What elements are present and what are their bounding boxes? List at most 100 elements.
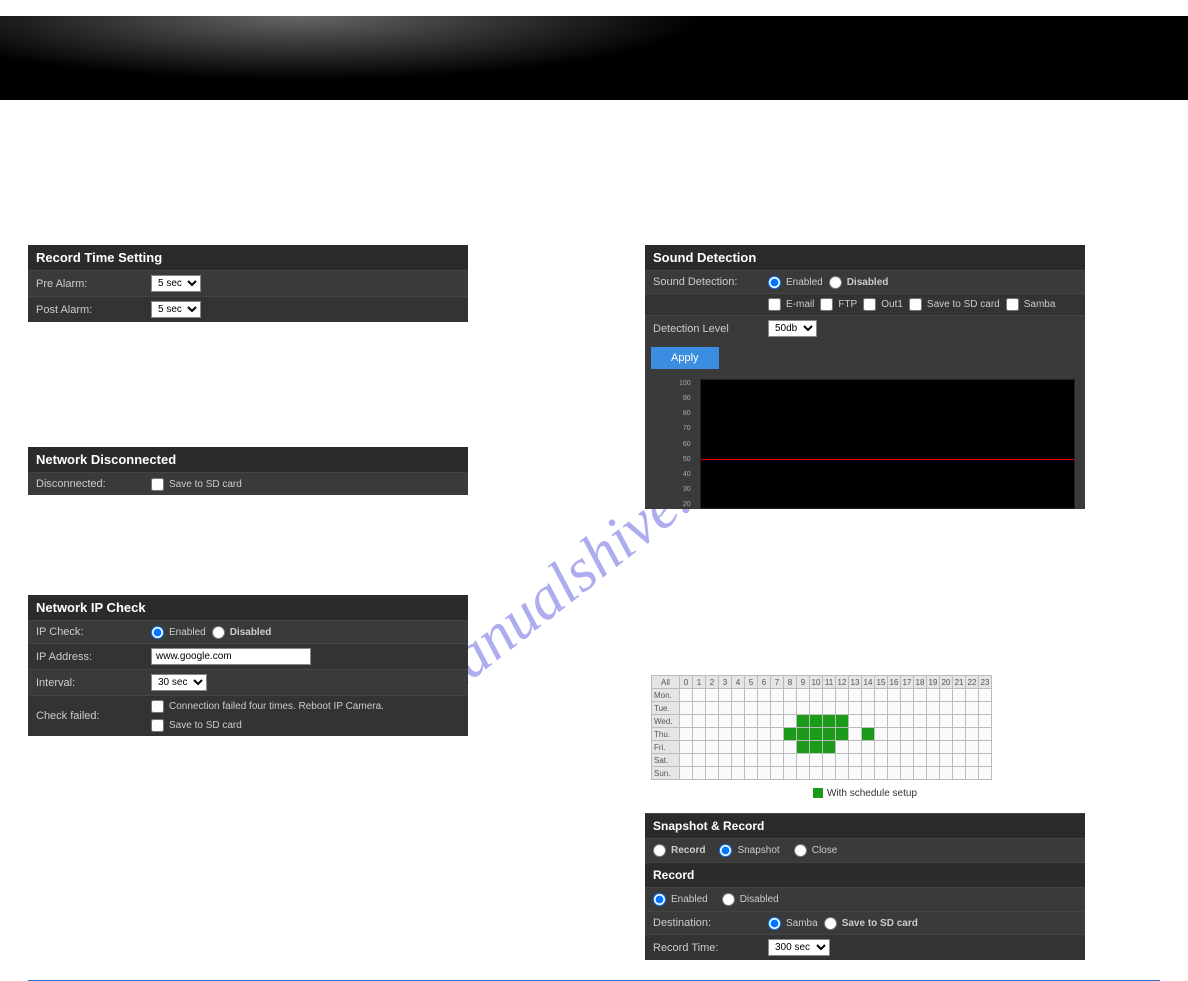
schedule-cell[interactable] [693, 689, 706, 702]
schedule-cell[interactable] [745, 689, 758, 702]
record-time-select[interactable]: 300 sec [768, 939, 830, 956]
schedule-cell[interactable] [771, 715, 784, 728]
ipcheck-disabled[interactable]: Disabled [212, 626, 272, 639]
schedule-cell[interactable] [940, 741, 953, 754]
schedule-cell[interactable] [784, 689, 797, 702]
sound-enabled[interactable]: Enabled [768, 276, 823, 289]
schedule-cell[interactable] [732, 702, 745, 715]
schedule-cell[interactable] [745, 728, 758, 741]
schedule-cell[interactable] [771, 767, 784, 780]
schedule-cell[interactable] [953, 754, 966, 767]
save-sd-option-2[interactable]: Save to SD card [151, 719, 242, 732]
schedule-cell[interactable] [693, 728, 706, 741]
schedule-cell[interactable] [966, 728, 979, 741]
schedule-cell[interactable] [823, 689, 836, 702]
schedule-cell[interactable] [927, 767, 940, 780]
schedule-cell[interactable] [836, 741, 849, 754]
schedule-cell[interactable] [823, 715, 836, 728]
schedule-cell[interactable] [784, 741, 797, 754]
mode-snapshot[interactable]: Snapshot [719, 844, 779, 857]
schedule-cell[interactable] [797, 715, 810, 728]
schedule-cell[interactable] [862, 702, 875, 715]
schedule-cell[interactable] [979, 715, 992, 728]
schedule-cell[interactable] [875, 715, 888, 728]
schedule-cell[interactable] [810, 689, 823, 702]
schedule-cell[interactable] [849, 754, 862, 767]
schedule-cell[interactable] [953, 741, 966, 754]
schedule-cell[interactable] [836, 689, 849, 702]
schedule-cell[interactable] [732, 767, 745, 780]
apply-button[interactable]: Apply [651, 347, 719, 369]
schedule-cell[interactable] [927, 702, 940, 715]
save-sd-checkbox[interactable] [151, 478, 164, 491]
schedule-cell[interactable] [732, 689, 745, 702]
schedule-cell[interactable] [823, 741, 836, 754]
schedule-cell[interactable] [927, 754, 940, 767]
interval-select[interactable]: 30 sec [151, 674, 207, 691]
schedule-cell[interactable] [771, 741, 784, 754]
save-sd-option[interactable]: Save to SD card [151, 478, 242, 491]
schedule-cell[interactable] [719, 715, 732, 728]
schedule-cell[interactable] [784, 728, 797, 741]
schedule-cell[interactable] [706, 715, 719, 728]
schedule-cell[interactable] [797, 689, 810, 702]
schedule-cell[interactable] [901, 754, 914, 767]
schedule-cell[interactable] [914, 728, 927, 741]
schedule-cell[interactable] [862, 715, 875, 728]
schedule-cell[interactable] [888, 767, 901, 780]
schedule-cell[interactable] [914, 741, 927, 754]
schedule-cell[interactable] [732, 715, 745, 728]
ip-address-input[interactable] [151, 648, 311, 665]
schedule-cell[interactable] [914, 767, 927, 780]
schedule-cell[interactable] [875, 689, 888, 702]
schedule-cell[interactable] [745, 754, 758, 767]
schedule-cell[interactable] [901, 728, 914, 741]
schedule-cell[interactable] [680, 754, 693, 767]
schedule-cell[interactable] [849, 741, 862, 754]
schedule-cell[interactable] [797, 767, 810, 780]
schedule-cell[interactable] [979, 754, 992, 767]
schedule-cell[interactable] [758, 702, 771, 715]
schedule-cell[interactable] [940, 728, 953, 741]
pre-alarm-select[interactable]: 5 sec [151, 275, 201, 292]
schedule-cell[interactable] [745, 767, 758, 780]
schedule-cell[interactable] [719, 689, 732, 702]
schedule-cell[interactable] [836, 728, 849, 741]
schedule-cell[interactable] [706, 767, 719, 780]
schedule-cell[interactable] [888, 728, 901, 741]
schedule-cell[interactable] [901, 689, 914, 702]
schedule-cell[interactable] [771, 702, 784, 715]
schedule-cell[interactable] [823, 728, 836, 741]
record-disabled[interactable]: Disabled [722, 893, 779, 906]
schedule-cell[interactable] [940, 715, 953, 728]
schedule-cell[interactable] [797, 754, 810, 767]
schedule-cell[interactable] [693, 715, 706, 728]
schedule-cell[interactable] [901, 702, 914, 715]
schedule-grid[interactable]: All0123456789101112131415161718192021222… [651, 675, 992, 780]
schedule-cell[interactable] [901, 767, 914, 780]
save-sd-option-3[interactable]: Save to SD card [909, 298, 1000, 311]
schedule-cell[interactable] [979, 689, 992, 702]
schedule-cell[interactable] [966, 689, 979, 702]
schedule-cell[interactable] [797, 741, 810, 754]
schedule-cell[interactable] [693, 754, 706, 767]
schedule-cell[interactable] [732, 741, 745, 754]
schedule-cell[interactable] [680, 689, 693, 702]
reboot-option[interactable]: Connection failed four times. Reboot IP … [151, 700, 384, 713]
schedule-cell[interactable] [810, 702, 823, 715]
schedule-cell[interactable] [810, 728, 823, 741]
schedule-cell[interactable] [706, 754, 719, 767]
ipcheck-enabled[interactable]: Enabled [151, 626, 206, 639]
schedule-cell[interactable] [836, 702, 849, 715]
email-option[interactable]: E-mail [768, 298, 814, 311]
schedule-cell[interactable] [953, 689, 966, 702]
schedule-cell[interactable] [758, 689, 771, 702]
schedule-cell[interactable] [693, 767, 706, 780]
schedule-cell[interactable] [680, 715, 693, 728]
schedule-cell[interactable] [706, 741, 719, 754]
schedule-cell[interactable] [680, 702, 693, 715]
schedule-cell[interactable] [888, 689, 901, 702]
schedule-cell[interactable] [836, 754, 849, 767]
schedule-cell[interactable] [888, 702, 901, 715]
samba-option[interactable]: Samba [1006, 298, 1056, 311]
